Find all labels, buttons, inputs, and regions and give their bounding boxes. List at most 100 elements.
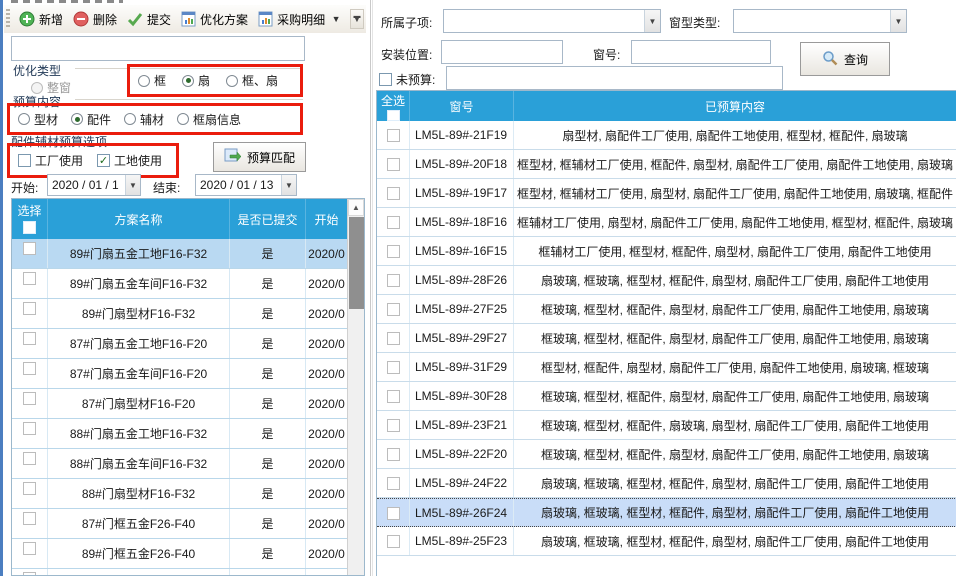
chevron-down-icon[interactable]: ▼ <box>281 175 296 195</box>
no-budget-input[interactable] <box>446 66 783 90</box>
row-checkbox[interactable] <box>23 422 36 435</box>
table-row[interactable]: 88#门扇型材F16-F32 是 2020/0 <box>12 479 364 509</box>
row-checkbox[interactable] <box>23 302 36 315</box>
row-checkbox[interactable] <box>387 158 400 171</box>
checkbox-factory-use[interactable]: 工厂使用 <box>18 152 83 169</box>
select-all-checkbox[interactable] <box>23 221 36 234</box>
row-checkbox[interactable] <box>387 419 400 432</box>
row-checkbox[interactable] <box>23 362 36 375</box>
radio-frame-sash[interactable]: 框、扇 <box>226 72 278 89</box>
add-button[interactable]: 新增 <box>14 8 68 31</box>
row-checkbox[interactable] <box>23 272 36 285</box>
row-checkbox[interactable] <box>387 477 400 490</box>
panel-splitter[interactable] <box>370 0 373 576</box>
row-checkbox[interactable] <box>23 242 36 255</box>
delete-button[interactable]: 删除 <box>68 8 122 31</box>
toolbar-overflow-button[interactable]: ▬▼ <box>350 9 364 29</box>
table-row[interactable]: LM5L-89#-18F16 框辅材工厂使用, 扇型材, 扇配件工厂使用, 扇配… <box>377 208 956 237</box>
table-row[interactable]: 88#门扇五金车间F16-F32 是 2020/0 <box>12 449 364 479</box>
table-row[interactable]: LM5L-89#-20F18 框型材, 框辅材工厂使用, 框配件, 扇型材, 扇… <box>377 150 956 179</box>
table-row[interactable]: LM5L-89#-28F26 扇玻璃, 框玻璃, 框型材, 框配件, 扇型材, … <box>377 266 956 295</box>
plan-filter-input[interactable] <box>11 36 305 61</box>
table-row[interactable]: 89#门框五金F26-F40 是 2020/0 <box>12 539 364 569</box>
radio-sash[interactable]: 扇 <box>182 72 210 89</box>
row-checkbox[interactable] <box>387 245 400 258</box>
install-pos-input[interactable] <box>441 40 563 64</box>
radio-frame[interactable]: 框 <box>138 72 166 89</box>
submit-button[interactable]: 提交 <box>122 8 176 31</box>
table-row[interactable]: 89#门扇五金工地F16-F32 是 2020/0 <box>12 239 364 269</box>
table-row[interactable]: LM5L-89#-31F29 框型材, 框配件, 扇型材, 扇配件工厂使用, 扇… <box>377 353 956 382</box>
row-checkbox[interactable] <box>387 303 400 316</box>
window-no-cell: LM5L-89#-28F26 <box>410 266 514 294</box>
table-row[interactable]: LM5L-89#-19F17 框型材, 框辅材工厂使用, 扇型材, 扇配件工厂使… <box>377 179 956 208</box>
row-checkbox[interactable] <box>23 512 36 525</box>
table-row[interactable]: LM5L-89#-24F22 扇玻璃, 框玻璃, 框型材, 框配件, 扇型材, … <box>377 469 956 498</box>
chevron-down-icon[interactable]: ▼ <box>890 10 906 32</box>
table-row[interactable]: LM5L-89#-25F23 扇玻璃, 框玻璃, 框型材, 框配件, 扇型材, … <box>377 527 956 556</box>
table-row[interactable]: 89#门扇型材F16-F32 是 2020/0 <box>12 299 364 329</box>
table-row[interactable]: LM5L-89#-27F25 框玻璃, 框型材, 框配件, 扇型材, 扇配件工厂… <box>377 295 956 324</box>
row-checkbox[interactable] <box>23 332 36 345</box>
table-row[interactable]: 89#门扇五金车间F16-F32 是 2020/0 <box>12 269 364 299</box>
purchase-detail-button[interactable]: 采购明细 <box>253 8 330 31</box>
radio-selected-icon <box>182 75 194 87</box>
row-checkbox[interactable] <box>387 507 400 520</box>
row-checkbox[interactable] <box>23 392 36 405</box>
table-row[interactable]: 87#门扇型材F16-F20 是 2020/0 <box>12 389 364 419</box>
row-checkbox[interactable] <box>387 332 400 345</box>
checkbox-site-use[interactable]: ✓工地使用 <box>97 152 162 169</box>
scrollbar-thumb[interactable] <box>349 217 364 309</box>
query-button[interactable]: 查询 <box>800 42 890 76</box>
window-budget-table-header: 全选 窗号 已预算内容 <box>377 91 956 121</box>
row-checkbox[interactable] <box>387 390 400 403</box>
row-checkbox[interactable] <box>387 129 400 142</box>
chevron-down-icon[interactable]: ▼ <box>330 11 342 27</box>
row-checkbox[interactable] <box>387 274 400 287</box>
table-row[interactable]: LM5L-89#-30F28 框玻璃, 框型材, 框配件, 扇型材, 扇配件工厂… <box>377 382 956 411</box>
table-row[interactable]: LM5L-89#-26F24 扇玻璃, 框玻璃, 框型材, 框配件, 扇型材, … <box>377 498 956 527</box>
toolbar-grip-handle[interactable] <box>6 9 10 29</box>
budget-match-button[interactable]: 预算匹配 <box>213 142 306 172</box>
table-row[interactable]: LM5L-89#-22F20 框玻璃, 框型材, 框配件, 扇型材, 扇配件工厂… <box>377 440 956 469</box>
vertical-scrollbar[interactable]: ▲ <box>347 199 364 575</box>
row-checkbox[interactable] <box>23 482 36 495</box>
row-checkbox[interactable] <box>23 542 36 555</box>
scroll-up-icon[interactable]: ▲ <box>348 199 364 216</box>
radio-auxiliary[interactable]: 辅材 <box>124 111 164 128</box>
row-checkbox[interactable] <box>387 535 400 548</box>
radio-profile[interactable]: 型材 <box>18 111 58 128</box>
table-row[interactable]: 88#门扇五金工地F16-F32 是 2020/0 <box>12 419 364 449</box>
date-start-picker[interactable]: 2020 / 01 / 1 ▼ <box>47 174 141 196</box>
table-row[interactable]: 88#门框五金F21-F40 是 2020/0 <box>12 569 364 576</box>
row-checkbox[interactable] <box>387 216 400 229</box>
table-row[interactable]: LM5L-89#-21F19 扇型材, 扇配件工厂使用, 扇配件工地使用, 框型… <box>377 121 956 150</box>
checkbox-no-budget[interactable]: 未预算: <box>379 71 435 88</box>
radio-frame-sash-info[interactable]: 框扇信息 <box>177 111 241 128</box>
chevron-down-icon[interactable]: ▼ <box>125 175 140 195</box>
row-checkbox[interactable] <box>387 187 400 200</box>
row-checkbox[interactable] <box>387 448 400 461</box>
date-end-picker[interactable]: 2020 / 01 / 13 ▼ <box>195 174 297 196</box>
sub-item-select[interactable]: ▼ <box>443 9 661 33</box>
budgeted-content-cell: 框玻璃, 框型材, 框配件, 扇型材, 扇配件工厂使用, 扇配件工地使用, 扇玻… <box>514 440 956 468</box>
chevron-down-icon[interactable]: ▼ <box>644 10 660 32</box>
window-no-cell: LM5L-89#-22F20 <box>410 440 514 468</box>
budgeted-content-cell: 扇型材, 扇配件工厂使用, 扇配件工地使用, 框型材, 框配件, 扇玻璃 <box>514 121 956 149</box>
window-no-input[interactable] <box>631 40 771 64</box>
table-row[interactable]: 87#门扇五金工地F16-F20 是 2020/0 <box>12 329 364 359</box>
radio-fitting[interactable]: 配件 <box>71 111 111 128</box>
table-row[interactable]: 87#门框五金F26-F40 是 2020/0 <box>12 509 364 539</box>
minus-icon <box>73 11 89 27</box>
row-checkbox[interactable] <box>387 361 400 374</box>
optimize-plan-button[interactable]: 优化方案 <box>176 8 253 31</box>
row-checkbox[interactable] <box>23 452 36 465</box>
window-type-select[interactable]: ▼ <box>733 9 907 33</box>
table-row[interactable]: LM5L-89#-23F21 框玻璃, 框型材, 框配件, 扇玻璃, 扇型材, … <box>377 411 956 440</box>
select-all-checkbox[interactable] <box>387 110 400 121</box>
search-icon <box>822 50 838 69</box>
table-row[interactable]: LM5L-89#-29F27 框玻璃, 框型材, 框配件, 扇型材, 扇配件工厂… <box>377 324 956 353</box>
table-row[interactable]: LM5L-89#-16F15 框辅材工厂使用, 框型材, 框配件, 扇型材, 扇… <box>377 237 956 266</box>
row-checkbox[interactable] <box>23 572 36 576</box>
table-row[interactable]: 87#门扇五金车间F16-F20 是 2020/0 <box>12 359 364 389</box>
